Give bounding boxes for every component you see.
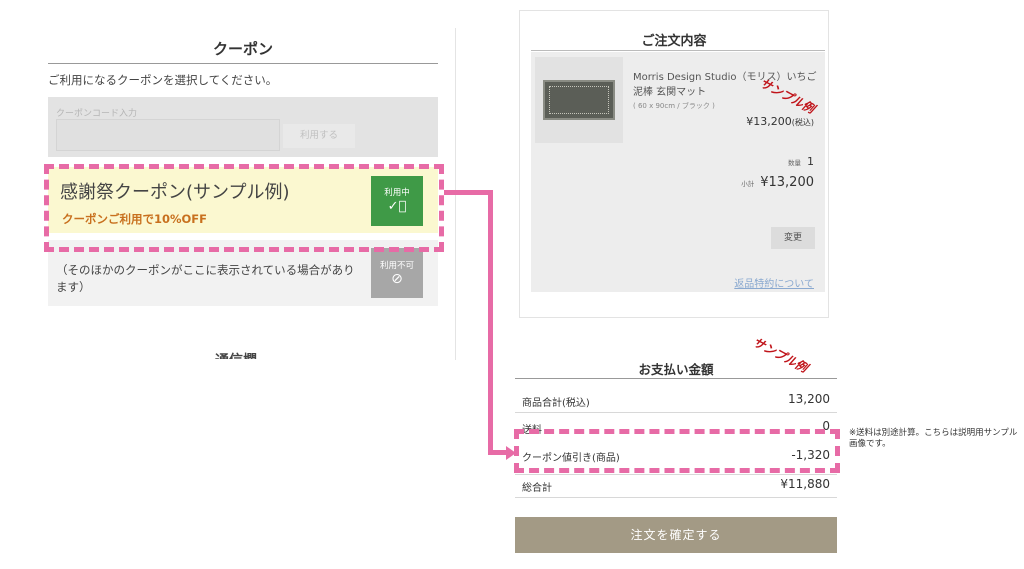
order-title-divider xyxy=(531,50,825,51)
price-value: ¥13,200 xyxy=(746,115,792,128)
subtotal-row: 小計 ¥13,200 xyxy=(640,175,814,190)
no-entry-icon: ⊘ xyxy=(391,271,403,287)
subtotal-label: 小計 xyxy=(741,180,755,188)
coupon-apply-button[interactable]: 利用する xyxy=(283,124,355,148)
confirm-order-button[interactable]: 注文を確定する xyxy=(515,517,837,553)
discount-highlight-frame xyxy=(514,429,840,473)
quantity-value: 1 xyxy=(807,155,814,168)
row-divider xyxy=(515,474,837,475)
coupon-title-divider xyxy=(48,63,438,64)
shipping-note: ※送料は別途計算。こちらは説明用サンプル画像です。 xyxy=(849,428,1018,449)
product-image-pattern xyxy=(549,86,609,114)
connector-arrow-segment xyxy=(488,190,493,455)
product-variant: ( 60 x 90cm / ブラック ) xyxy=(633,102,715,110)
payment-section-title: お支払い金額 xyxy=(638,362,714,377)
price-tax-note: (税込) xyxy=(791,118,814,127)
coupon-code-input[interactable] xyxy=(56,119,280,151)
row-divider xyxy=(515,412,837,413)
product-total-label: 商品合計(税込) xyxy=(522,398,590,409)
coupon-section-title: クーポン xyxy=(212,40,273,58)
order-section-title: ご注文内容 xyxy=(641,34,707,49)
coupon-code-label: クーポンコード入力 xyxy=(56,109,138,119)
coupon-highlight-frame xyxy=(44,164,444,252)
comment-section-title: 通信欄 xyxy=(215,348,257,359)
quantity-row: 数量 1 xyxy=(640,155,814,168)
connector-arrow-segment xyxy=(444,190,492,195)
change-order-button[interactable]: 変更 xyxy=(771,227,815,249)
product-price: ¥13,200(税込) xyxy=(640,115,814,128)
quantity-label: 数量 xyxy=(788,159,801,167)
product-total-value: 13,200 xyxy=(788,392,830,406)
unavailable-label: 利用不可 xyxy=(379,261,414,271)
grand-total-label: 総合計 xyxy=(522,483,552,494)
row-divider xyxy=(515,497,837,498)
grand-total-value: ¥11,880 xyxy=(780,477,830,491)
payment-title-divider xyxy=(515,378,837,379)
subtotal-value: ¥13,200 xyxy=(760,175,814,190)
coupon-unavailable-badge: 利用不可 ⊘ xyxy=(371,248,423,298)
connector-arrow-segment xyxy=(488,450,508,455)
coupon-other-text: （そのほかのクーポンがここに表示されている場合があります） xyxy=(56,263,355,294)
coupon-instruction: ご利用になるクーポンを選択してください。 xyxy=(48,73,278,87)
return-policy-link[interactable]: 返品特約について xyxy=(640,275,814,290)
